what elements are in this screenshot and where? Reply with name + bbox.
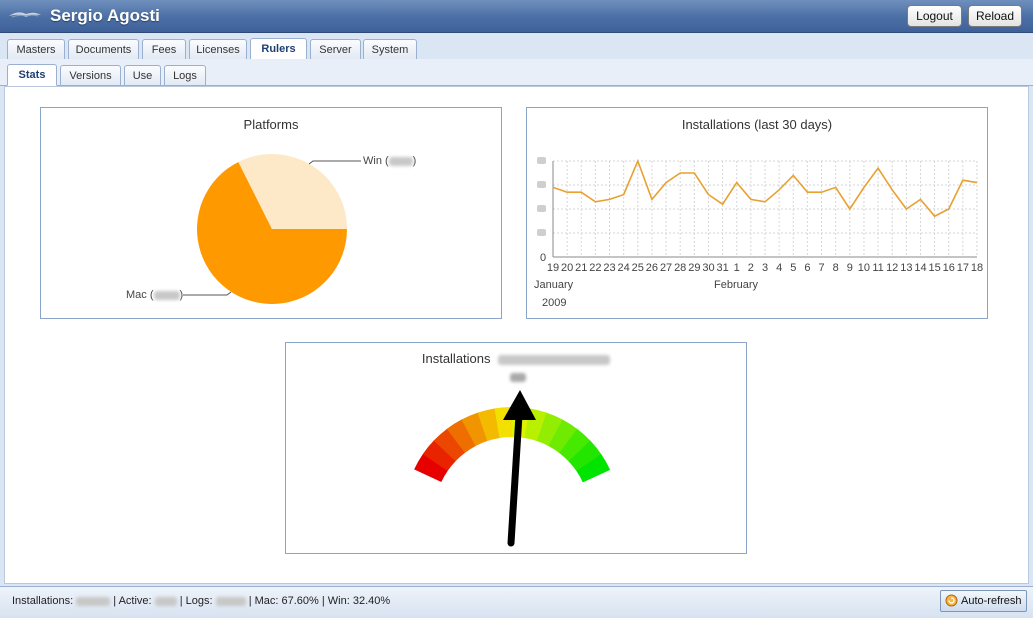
x-tick-label: 9 — [847, 262, 853, 274]
subtab-stats[interactable]: Stats — [7, 64, 57, 86]
x-axis-year: 2009 — [542, 297, 567, 309]
redacted-tick-label — [537, 157, 546, 164]
x-tick-label: 30 — [702, 262, 714, 274]
x-tick-label: 28 — [674, 262, 686, 274]
tab-server[interactable]: Server — [310, 39, 361, 60]
tab-masters[interactable]: Masters — [7, 39, 65, 60]
status-win-share: | Win: 32.40% — [321, 595, 391, 607]
redacted-tick-label — [537, 229, 546, 236]
redacted-value — [215, 596, 246, 606]
tab-documents[interactable]: Documents — [68, 39, 139, 60]
status-summary: Installations: | Active: | Logs: | Mac: … — [12, 595, 390, 607]
x-tick-label: 10 — [858, 262, 870, 274]
pie-leader-mac — [183, 291, 232, 296]
status-mac-share: | Mac: 67.60% — [248, 595, 319, 607]
x-tick-label: 1 — [734, 262, 740, 274]
status-active-label: | Active: — [113, 595, 152, 607]
logout-button[interactable]: Logout — [907, 5, 962, 27]
tab-rulers[interactable]: Rulers — [250, 38, 307, 60]
x-tick-label: 20 — [561, 262, 573, 274]
x-tick-label: 4 — [776, 262, 782, 274]
redacted-tick-label — [537, 181, 546, 188]
installations-gauge-panel: Installations — [285, 342, 747, 554]
pie-leader-win — [308, 160, 361, 165]
status-installations-label: Installations: — [12, 595, 74, 607]
x-tick-label: 7 — [818, 262, 824, 274]
pie-label-win-close: ) — [412, 155, 417, 167]
app-title: Sergio Agosti — [50, 6, 160, 25]
x-tick-label: 17 — [957, 262, 969, 274]
y-tick-label: 0 — [540, 252, 546, 264]
refresh-icon — [945, 594, 958, 607]
x-tick-label: 8 — [833, 262, 839, 274]
x-tick-label: 23 — [603, 262, 615, 274]
x-tick-label: 21 — [575, 262, 587, 274]
x-tick-label: 19 — [547, 262, 559, 274]
gauge-needle-arrowhead — [503, 390, 536, 420]
installations-30days-panel: Installations (last 30 days) 0 19 20 21 22 23… — [526, 107, 988, 319]
tab-fees[interactable]: Fees — [142, 39, 186, 60]
x-tick-label: 13 — [900, 262, 912, 274]
x-tick-label: 27 — [660, 262, 672, 274]
x-tick-label: 26 — [646, 262, 658, 274]
subtab-versions[interactable]: Versions — [60, 65, 121, 86]
pie-label-mac-text: Mac ( — [126, 289, 154, 301]
status-logs-label: | Logs: — [179, 595, 213, 607]
status-bar: Installations: | Active: | Logs: | Mac: … — [0, 586, 1033, 618]
x-tick-label: 29 — [688, 262, 700, 274]
subtab-logs[interactable]: Logs — [164, 65, 206, 86]
pie-label-win-text: Win ( — [363, 155, 389, 167]
redacted-value — [153, 290, 180, 300]
x-tick-label: 25 — [632, 262, 644, 274]
x-tick-label: 12 — [886, 262, 898, 274]
pie-label-win: Win () — [363, 155, 416, 167]
redacted-tick-label — [537, 205, 546, 212]
auto-refresh-button[interactable]: Auto-refresh — [940, 590, 1027, 612]
pie-label-mac: Mac () — [126, 289, 183, 301]
tab-licenses[interactable]: Licenses — [189, 39, 247, 60]
redacted-value — [76, 596, 111, 606]
reload-button[interactable]: Reload — [968, 5, 1022, 27]
app-logo-icon — [9, 12, 41, 18]
redacted-value — [388, 156, 413, 166]
x-axis-month-february: February — [714, 279, 759, 291]
main-tab-bar: Masters Documents Fees Licenses Rulers S… — [0, 33, 1033, 60]
platforms-panel: Platforms Win () Mac () — [40, 107, 502, 319]
title-bar: Sergio Agosti Logout Reload — [0, 0, 1033, 33]
x-tick-label: 14 — [914, 262, 926, 274]
x-axis-month-january: January — [534, 279, 574, 291]
auto-refresh-label: Auto-refresh — [961, 595, 1022, 607]
x-tick-label: 15 — [928, 262, 940, 274]
x-tick-label: 6 — [804, 262, 810, 274]
platforms-pie-chart — [183, 154, 361, 304]
x-tick-label: 18 — [971, 262, 983, 274]
pie-label-mac-close: ) — [179, 289, 184, 301]
x-tick-label: 3 — [762, 262, 768, 274]
redacted-value — [154, 596, 177, 606]
x-tick-label: 22 — [589, 262, 601, 274]
x-tick-label: 31 — [716, 262, 728, 274]
x-tick-label: 16 — [943, 262, 955, 274]
x-tick-label: 5 — [790, 262, 796, 274]
x-tick-label: 2 — [748, 262, 754, 274]
subtab-use[interactable]: Use — [124, 65, 161, 86]
x-tick-label: 11 — [872, 262, 883, 274]
tab-system[interactable]: System — [363, 39, 417, 60]
installations-gauge — [414, 390, 611, 547]
sub-tab-bar: Stats Versions Use Logs — [0, 59, 1033, 86]
x-tick-label: 24 — [618, 262, 630, 274]
